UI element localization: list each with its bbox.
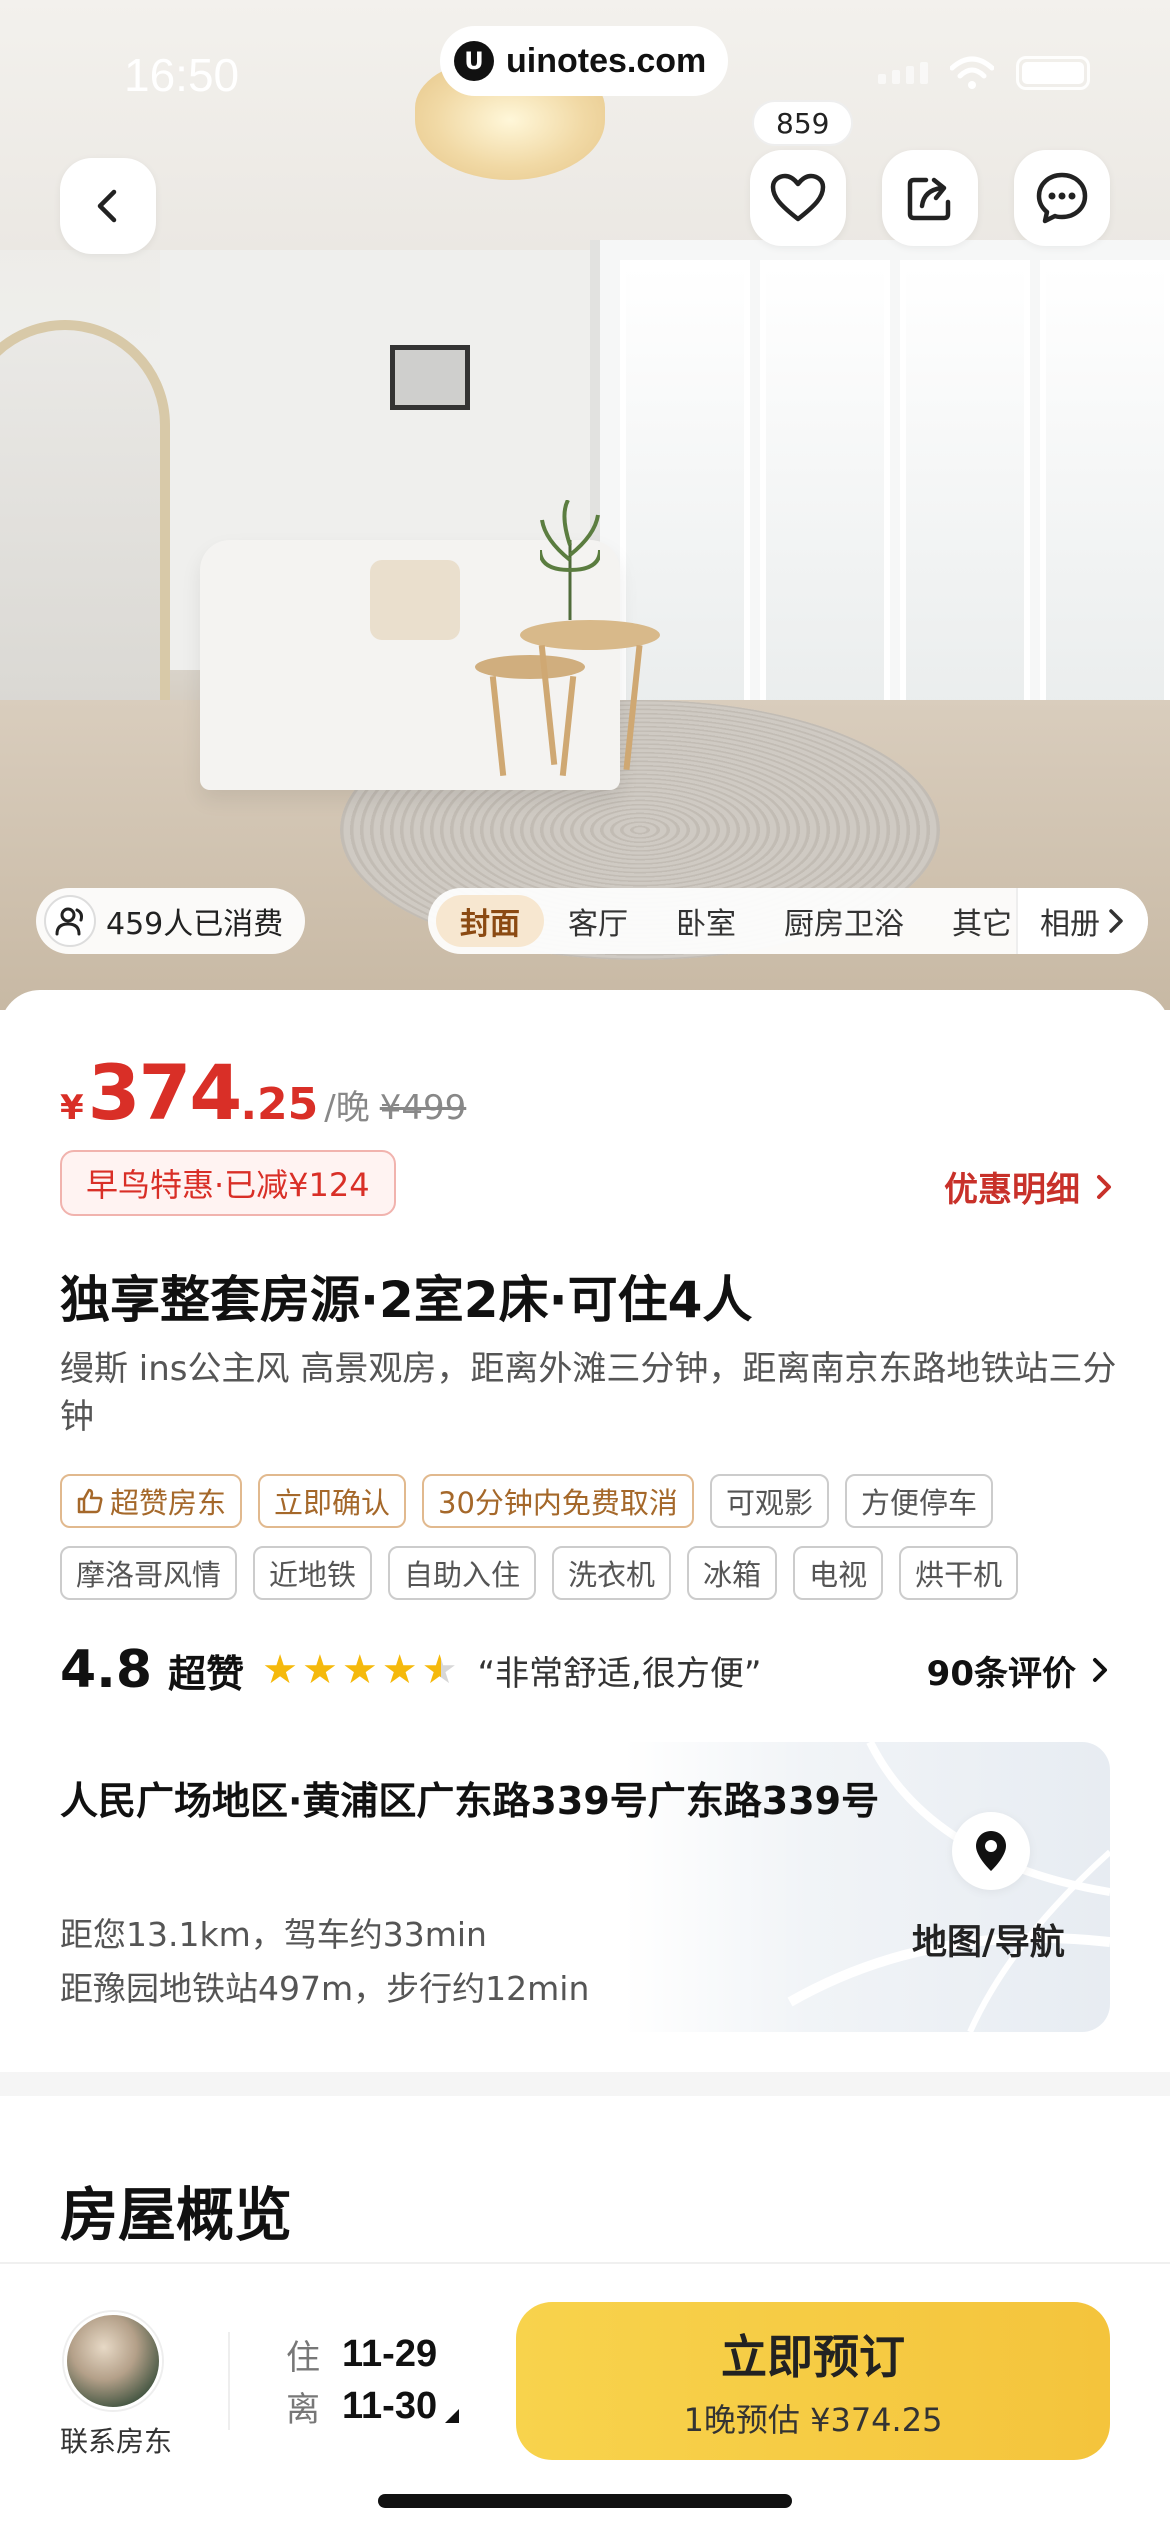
map-navigation-label[interactable]: 地图/导航: [912, 1914, 1065, 1965]
cellular-signal-icon: [878, 62, 928, 84]
share-icon: [907, 177, 951, 221]
users-icon: [44, 895, 96, 947]
thumbs-up-icon: [77, 1488, 103, 1514]
favorite-button[interactable]: [750, 150, 846, 246]
tag-superhost: 超赞房东: [60, 1474, 243, 1528]
tag-free-cancel: 30分钟内免费取消: [422, 1474, 694, 1528]
bottom-action-bar: 联系房东 住 11-29 离 11-30 立即预订 1晚预估 ¥374.25: [0, 2262, 1170, 2532]
album-label: 相册: [1040, 907, 1100, 942]
bar-divider: [228, 2332, 230, 2430]
reviews-link[interactable]: 90条评价: [927, 1646, 1110, 1695]
url-text: uinotes.com: [506, 41, 707, 80]
chevron-left-icon: [97, 189, 117, 223]
tag-tv: 电视: [793, 1546, 884, 1600]
corner-triangle-icon: [445, 2408, 460, 2423]
consumed-badge: 459人已消费: [36, 888, 306, 954]
contact-host-label[interactable]: 联系房东: [60, 2420, 172, 2460]
star-icon: ★: [302, 1647, 338, 1693]
tag-instant-confirm: 立即确认: [258, 1474, 407, 1528]
listing-subtitle: 缦斯 ins公主风 高景观房，距离外滩三分钟，距离南京东路地铁站三分钟: [60, 1349, 1117, 1437]
half-star-icon: ★: [421, 1647, 458, 1693]
price-unit: /晚: [324, 1088, 370, 1128]
address-distance: 距您13.1km，驾车约33min: [60, 1915, 487, 1954]
photo-mirror: [0, 320, 170, 740]
checkout-date: 11-30: [342, 2385, 438, 2427]
message-button[interactable]: [1014, 150, 1110, 246]
map-pin-button[interactable]: [952, 1812, 1030, 1890]
home-indicator: [378, 2494, 792, 2508]
tag-moroccan: 摩洛哥风情: [60, 1546, 238, 1600]
discount-detail-label: 优惠明细: [944, 1170, 1080, 1210]
tag-washer: 洗衣机: [552, 1546, 672, 1600]
tab-cover[interactable]: 封面: [436, 895, 544, 947]
chevron-right-icon: [1093, 1658, 1107, 1682]
price-integer: 374: [87, 1048, 243, 1137]
price-row: ¥ 374 .25 /晚 ¥499: [60, 1048, 466, 1137]
photo-tabs: 封面 客厅 卧室 厨房卫浴 其它 相册: [428, 888, 1148, 954]
tab-living-room[interactable]: 客厅: [544, 895, 652, 947]
chevron-right-icon: [1097, 1174, 1111, 1199]
photo-pillow: [370, 560, 460, 640]
overview-title: 房屋概览: [60, 2181, 293, 2249]
tag-self-checkin: 自助入住: [388, 1546, 537, 1600]
listing-card: ¥ 374 .25 /晚 ¥499 早鸟特惠·已减¥124 优惠明细 独享整套房…: [0, 990, 1170, 2090]
tab-bedroom[interactable]: 卧室: [652, 895, 760, 947]
chat-bubble-icon: [1036, 172, 1088, 224]
photo-frame: [390, 345, 470, 410]
tag-near-metro: 近地铁: [253, 1546, 373, 1600]
star-icon: ★: [262, 1647, 298, 1693]
star-icon: ★: [381, 1647, 418, 1693]
tag-projector: 可观影: [709, 1474, 829, 1528]
heart-icon: [770, 173, 826, 222]
rating-score: 4.8: [60, 1640, 153, 1700]
checkin-key: 住: [286, 2338, 320, 2378]
book-estimate: 1晚预估 ¥374.25: [683, 2401, 943, 2439]
promo-tag: 早鸟特惠·已减¥124: [60, 1150, 396, 1216]
original-price: ¥499: [379, 1088, 467, 1128]
status-time: 16:50: [124, 49, 240, 101]
back-button[interactable]: [60, 158, 156, 254]
checkout-key: 离: [286, 2390, 320, 2430]
url-pill: U uinotes.com: [440, 26, 729, 96]
host-avatar[interactable]: [64, 2312, 162, 2410]
book-now-button[interactable]: 立即预订 1晚预估 ¥374.25: [516, 2302, 1110, 2460]
tag-dryer: 烘干机: [899, 1546, 1019, 1600]
address-card[interactable]: 人民广场地区·黄浦区广东路339号广东路339号 距您13.1km，驾车约33m…: [30, 1742, 1110, 2032]
feature-tags: 超赞房东 立即确认 30分钟内免费取消 可观影 方便停车 摩洛哥风情 近地铁 自…: [60, 1474, 1120, 1600]
photo-plant: [540, 500, 600, 620]
address-metro: 距豫园地铁站497m，步行约12min: [60, 1969, 590, 2008]
tag-parking: 方便停车: [844, 1474, 993, 1528]
address-title: 人民广场地区·黄浦区广东路339号广东路339号: [60, 1779, 880, 1823]
price-decimal: .25: [240, 1079, 319, 1130]
album-button[interactable]: 相册: [1016, 888, 1148, 954]
book-now-label: 立即预订: [721, 2330, 905, 2384]
checkin-row[interactable]: 住 11-29: [286, 2330, 437, 2379]
reviews-count: 90条评价: [926, 1653, 1076, 1694]
tab-kitchen-bath[interactable]: 厨房卫浴: [760, 895, 928, 947]
rating-label: 超赞: [168, 1651, 245, 1696]
listing-title: 独享整套房源·2室2床·可住4人: [60, 1271, 753, 1329]
rating-stars: ★ ★ ★ ★ ★: [262, 1650, 457, 1690]
map-pin-icon: [976, 1831, 1006, 1871]
battery-icon: [1016, 56, 1090, 90]
share-button[interactable]: [882, 150, 978, 246]
review-quote: “非常舒适,很方便”: [477, 1653, 762, 1694]
tag-fridge: 冰箱: [687, 1546, 778, 1600]
rating-row[interactable]: 4.8 超赞 ★ ★ ★ ★ ★ “非常舒适,很方便” 90条评价: [60, 1640, 1110, 1700]
checkin-date: 11-29: [342, 2333, 438, 2375]
checkout-row[interactable]: 离 11-30: [286, 2382, 460, 2431]
wifi-icon: [950, 56, 994, 89]
price-symbol: ¥: [60, 1088, 84, 1128]
photo-windows: [590, 240, 1170, 760]
site-logo-icon: U: [454, 41, 494, 81]
favorite-count: 859: [752, 100, 854, 146]
discount-detail-link[interactable]: 优惠明细: [944, 1162, 1114, 1211]
chevron-right-icon: [1109, 909, 1123, 933]
star-icon: ★: [341, 1647, 378, 1693]
consumed-text: 459人已消费: [106, 907, 284, 942]
status-icons: [878, 56, 1090, 90]
section-divider: [0, 2072, 1170, 2096]
hero-photo[interactable]: [0, 0, 1170, 1010]
